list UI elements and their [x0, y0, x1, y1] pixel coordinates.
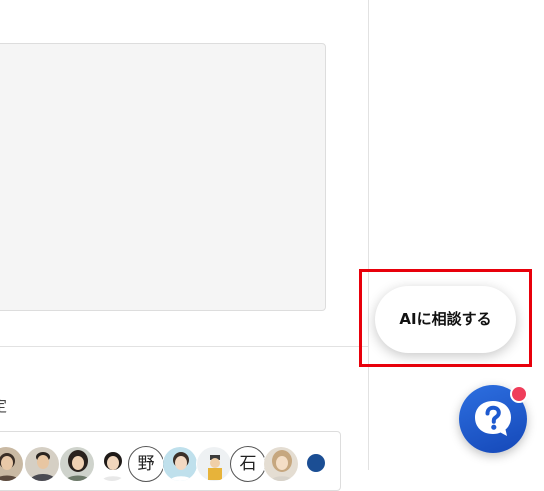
text-area[interactable] — [0, 43, 326, 311]
member-avatar-initial[interactable]: 石 — [230, 446, 266, 482]
member-avatar[interactable] — [263, 446, 299, 482]
notification-badge — [510, 385, 528, 403]
section-divider — [0, 346, 368, 347]
member-avatar-initial[interactable]: 野 — [128, 446, 164, 482]
member-avatar[interactable] — [59, 446, 95, 482]
member-avatar[interactable] — [24, 446, 60, 482]
member-avatar[interactable] — [162, 446, 198, 482]
member-avatar[interactable] — [196, 446, 232, 482]
ai-consult-button[interactable]: AIに相談する — [375, 286, 516, 353]
member-avatar[interactable] — [94, 446, 130, 482]
section-label: 定 — [0, 396, 7, 416]
main-panel: 定 — [0, 0, 369, 491]
member-avatar-color[interactable] — [307, 454, 325, 472]
